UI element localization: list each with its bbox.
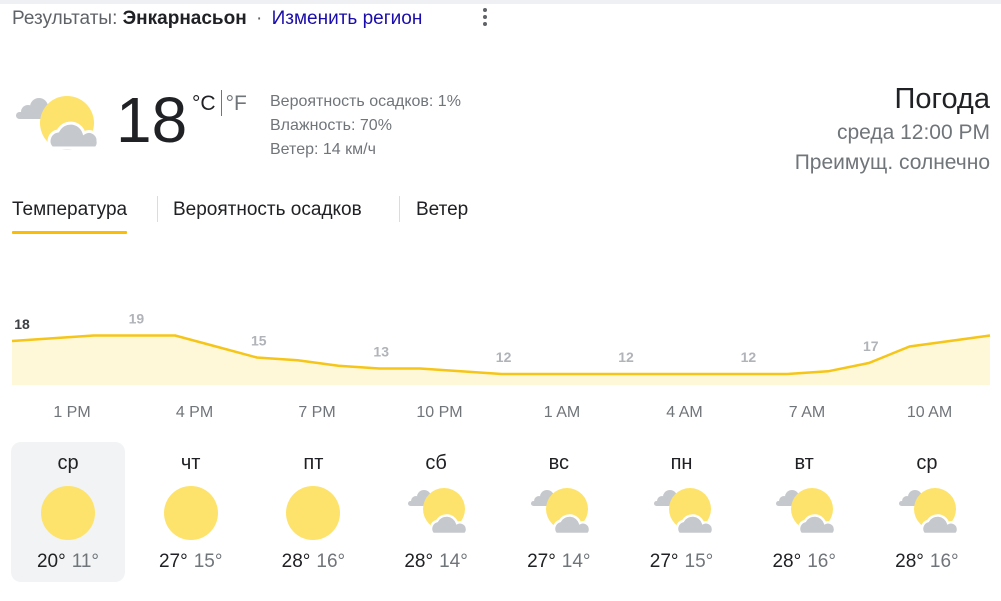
temperature-data-label: 17 [863, 338, 879, 354]
high-temperature: 27° [649, 551, 679, 572]
forecast-day[interactable]: пн 27° 15° [625, 442, 739, 582]
day-name: вт [794, 452, 814, 474]
partly-sunny-icon [896, 484, 960, 542]
weather-details: Вероятность осадков: 1% Влажность: 70% В… [270, 90, 461, 162]
tab-wind[interactable]: Ветер [416, 196, 468, 224]
forecast-day[interactable]: вс 27° 14° [502, 442, 616, 582]
hour-tick-label: 4 PM [175, 404, 214, 421]
tab-divider [399, 196, 400, 222]
tab-precipitation[interactable]: Вероятность осадков [173, 196, 362, 224]
day-name: сб [425, 452, 447, 474]
hour-tick-label: 7 PM [298, 404, 336, 421]
day-temperatures: 27° 15° [134, 551, 248, 573]
temperature-data-label: 12 [618, 349, 634, 365]
hour-tick-label: 10 AM [906, 404, 953, 421]
low-temperature: 15° [193, 551, 223, 572]
partly-sunny-icon [651, 484, 714, 542]
results-header: Результаты: Энкарнасьон · Изменить регио… [12, 8, 422, 30]
hour-tick-label: 1 PM [53, 404, 91, 421]
low-temperature: 11° [71, 551, 100, 572]
day-name: ср [916, 452, 938, 474]
top-divider [0, 0, 1001, 4]
forecast-day[interactable]: пт 28° 16° [256, 442, 370, 582]
day-name: пт [303, 452, 324, 474]
day-temperatures: 28° 14° [379, 551, 493, 573]
tab-temperature[interactable]: Температура [12, 196, 128, 234]
low-temperature: 16° [807, 551, 836, 572]
celsius-unit[interactable]: °C [192, 92, 216, 115]
forecast-day[interactable]: вт 28° 16° [747, 442, 861, 582]
location-name: Энкарнасьон [122, 8, 247, 29]
temperature-data-label: 12 [496, 349, 512, 365]
more-options-icon[interactable] [478, 8, 492, 30]
partly-sunny-icon [16, 96, 100, 150]
low-temperature: 16° [316, 551, 346, 572]
temperature-data-label: 18 [14, 316, 30, 332]
low-temperature: 14° [439, 551, 468, 572]
forecast-day[interactable]: чт 27° 15° [134, 442, 248, 582]
forecast-day[interactable]: ср 20° 11° [11, 442, 125, 582]
humidity: Влажность: 70% [270, 117, 392, 134]
temperature-data-label: 19 [129, 311, 145, 327]
high-temperature: 28° [281, 551, 311, 572]
hour-tick-label: 10 PM [416, 404, 463, 421]
partly-sunny-icon [405, 484, 469, 542]
current-temperature: 18 [116, 84, 188, 156]
sunny-icon [160, 484, 222, 542]
high-temperature: 28° [404, 551, 434, 572]
low-temperature: 14° [561, 551, 591, 572]
separator-dot: · [255, 8, 263, 29]
fahrenheit-unit[interactable]: °F [226, 92, 247, 115]
sunny-icon [282, 484, 344, 542]
temperature-data-label: 15 [251, 333, 267, 349]
unit-divider [220, 90, 222, 116]
day-temperatures: 28° 16° [870, 551, 984, 573]
wind-speed: Ветер: 14 км/ч [270, 141, 376, 158]
precipitation-chance: Вероятность осадков: 1% [270, 93, 461, 110]
day-temperatures: 28° 16° [747, 551, 861, 573]
high-temperature: 28° [895, 551, 924, 572]
partly-sunny-icon [528, 484, 592, 542]
partly-sunny-icon [773, 484, 837, 542]
day-name: ср [57, 452, 79, 474]
tab-divider [157, 196, 158, 222]
high-temperature: 20° [36, 551, 66, 572]
temperature-data-label: 12 [741, 349, 757, 365]
day-temperatures: 28° 16° [256, 551, 370, 573]
current-datetime: среда 12:00 PM [836, 121, 990, 144]
sunny-icon [37, 484, 99, 542]
high-temperature: 27° [158, 551, 188, 572]
high-temperature: 27° [527, 551, 556, 572]
high-temperature: 28° [772, 551, 802, 572]
forecast-day[interactable]: сб 28° 14° [379, 442, 493, 582]
day-name: чт [180, 452, 201, 474]
change-region-link[interactable]: Изменить регион [272, 8, 423, 29]
temperature-data-label: 13 [373, 344, 389, 360]
current-condition: Преимущ. солнечно [794, 151, 990, 174]
day-temperatures: 27° 15° [625, 551, 739, 573]
day-name: пн [670, 452, 693, 474]
day-name: вс [548, 452, 569, 474]
results-label: Результаты: [12, 8, 118, 29]
temperature-chart[interactable]: 18 19 15 13 12 12 12 17 [0, 300, 1001, 390]
unit-switcher: °C °F [192, 90, 247, 116]
weather-title: Погода [894, 83, 990, 115]
low-temperature: 15° [684, 551, 714, 572]
hour-tick-label: 1 AM [543, 404, 581, 421]
low-temperature: 16° [929, 551, 959, 572]
day-temperatures: 27° 14° [502, 551, 616, 573]
hour-tick-label: 4 AM [666, 404, 703, 421]
forecast-day[interactable]: ср 28° 16° [870, 442, 984, 582]
hour-tick-label: 7 AM [788, 404, 826, 421]
day-temperatures: 20° 11° [11, 551, 125, 573]
weather-summary: Погода среда 12:00 PM Преимущ. солнечно [795, 80, 990, 178]
